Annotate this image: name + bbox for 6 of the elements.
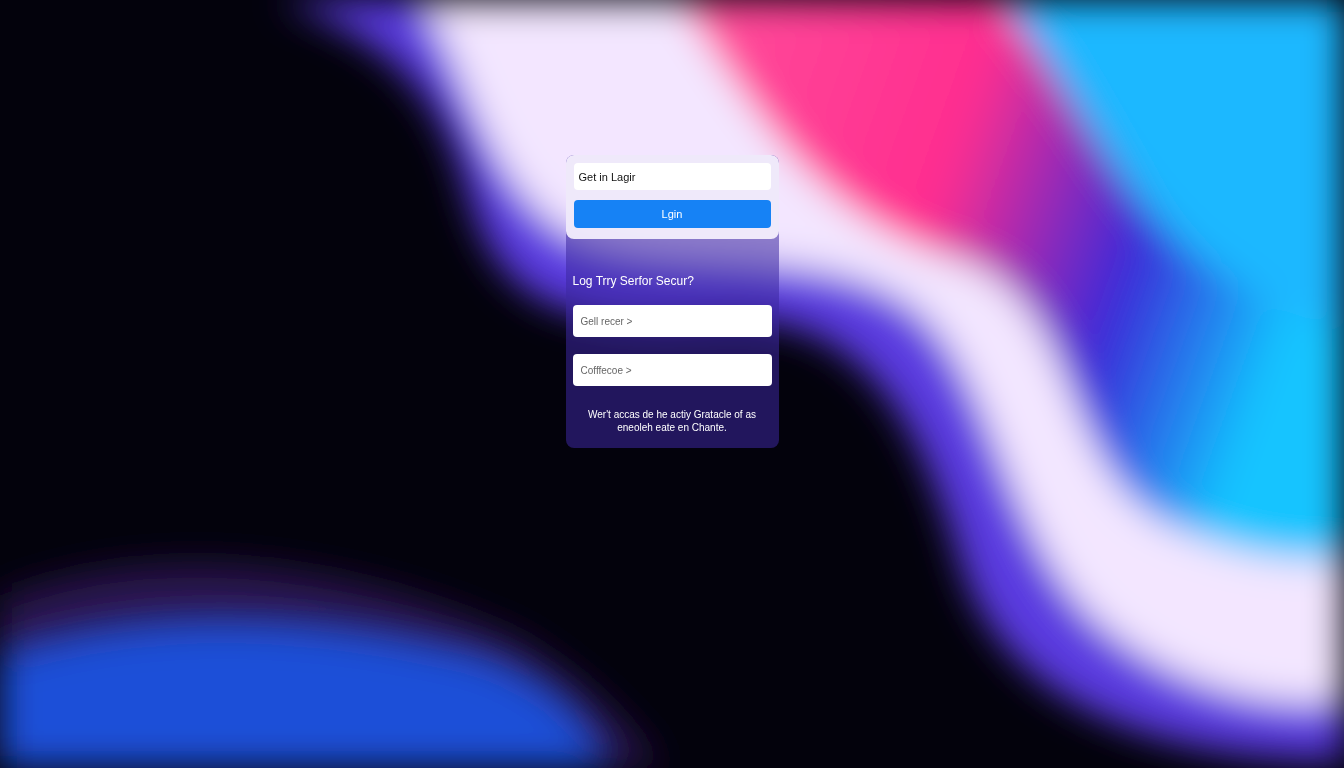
login-input-field[interactable]: Get in Lagir [573, 163, 771, 190]
text-input-field[interactable]: Gell recer > [572, 305, 772, 337]
login-button[interactable]: Lgin [573, 200, 771, 228]
info-note: Wer't accas de he actiy Gratacle of as eneoleh eate en Chante. [587, 408, 757, 434]
text-input-field[interactable]: Cofffecoe > [572, 354, 772, 386]
panel-heading: Log Trry Serfor Secur? [572, 273, 695, 290]
